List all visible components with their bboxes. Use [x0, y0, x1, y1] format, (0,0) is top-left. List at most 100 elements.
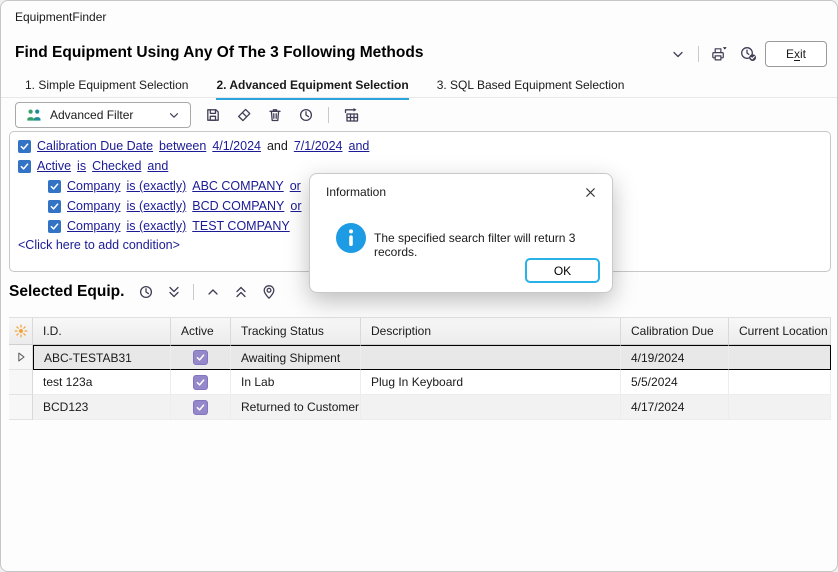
cell-id: test 123a	[33, 370, 171, 395]
chevron-down-icon	[167, 108, 181, 122]
row-indicator	[9, 345, 33, 370]
row-indicator	[9, 395, 33, 420]
clock-icon[interactable]	[297, 106, 315, 124]
cell-current-location	[729, 370, 831, 395]
location-pin-icon[interactable]	[260, 283, 278, 301]
close-icon[interactable]	[580, 182, 600, 202]
cell-id: ABC-TESTAB31	[33, 345, 171, 370]
dialog-title: Information	[326, 185, 386, 199]
condition-checkbox[interactable]	[18, 140, 31, 153]
cell-calibration-due: 4/19/2024	[621, 345, 729, 370]
filter-toolbar-buttons	[204, 106, 360, 124]
condition-checkbox[interactable]	[18, 160, 31, 173]
condition-term-link[interactable]: Checked	[92, 159, 141, 173]
condition-checkbox[interactable]	[48, 220, 61, 233]
sun-icon	[13, 323, 29, 339]
column-header-calibration-due[interactable]: Calibration Due	[621, 318, 729, 345]
condition-term-link[interactable]: between	[159, 139, 206, 153]
chevron-down-icon[interactable]	[669, 45, 687, 63]
cell-calibration-due: 5/5/2024	[621, 370, 729, 395]
condition-term-link[interactable]: Company	[67, 219, 121, 233]
condition-term-link[interactable]: 7/1/2024	[294, 139, 343, 153]
printer-icon[interactable]	[710, 45, 728, 63]
column-header-current-location[interactable]: Current Location	[729, 318, 831, 345]
cell-active	[171, 370, 231, 395]
equipment-grid: I.D.ActiveTracking StatusDescriptionCali…	[9, 317, 831, 420]
selected-equipment-header: Selected Equip.	[9, 283, 278, 301]
active-checkbox[interactable]	[193, 400, 208, 415]
condition-term-link[interactable]: Company	[67, 199, 121, 213]
trash-icon[interactable]	[266, 106, 284, 124]
grid-header: I.D.ActiveTracking StatusDescriptionCali…	[9, 317, 831, 345]
condition-term-link[interactable]: and	[349, 139, 370, 153]
current-row-arrow-icon	[14, 350, 28, 364]
cell-active	[171, 345, 231, 370]
cell-active	[171, 395, 231, 420]
condition-checkbox[interactable]	[48, 200, 61, 213]
cell-current-location	[729, 395, 831, 420]
process-check-icon[interactable]	[739, 45, 757, 63]
condition-term-link[interactable]: ABC COMPANY	[192, 179, 283, 193]
condition-term-link[interactable]: is (exactly)	[127, 219, 187, 233]
table-row[interactable]: ABC-TESTAB31Awaiting Shipment4/19/2024	[9, 345, 831, 370]
condition-term-link[interactable]: or	[290, 199, 301, 213]
active-checkbox[interactable]	[193, 375, 208, 390]
condition-term-link[interactable]: TEST COMPANY	[192, 219, 289, 233]
column-header-tracking-status[interactable]: Tracking Status	[231, 318, 361, 345]
separator	[698, 46, 699, 62]
filter-toolbar: Advanced Filter	[15, 102, 360, 128]
condition-term-link[interactable]: and	[147, 159, 168, 173]
condition-conjunction: and	[267, 139, 288, 153]
retrieve-grid-icon[interactable]	[342, 106, 360, 124]
cell-description	[361, 395, 621, 420]
condition-term-link[interactable]: Calibration Due Date	[37, 139, 153, 153]
separator	[328, 107, 329, 123]
ok-button[interactable]: OK	[525, 258, 600, 283]
condition-term-link[interactable]: is	[77, 159, 86, 173]
double-chevron-up-icon[interactable]	[232, 283, 250, 301]
condition-term-link[interactable]: Company	[67, 179, 121, 193]
cell-calibration-due: 4/17/2024	[621, 395, 729, 420]
cell-tracking-status: In Lab	[231, 370, 361, 395]
tabs-divider	[1, 97, 837, 98]
filter-condition-row: Calibration Due Date between 4/1/2024 and 7/…	[18, 136, 822, 156]
table-row[interactable]: BCD123 Returned to Customer 4/17/2024	[9, 395, 831, 420]
cell-description: Plug In Keyboard	[361, 370, 621, 395]
selected-equipment-label: Selected Equip.	[9, 283, 124, 301]
page-title: Find Equipment Using Any Of The 3 Follow…	[15, 44, 423, 62]
double-chevron-down-icon[interactable]	[165, 283, 183, 301]
condition-term-link[interactable]: Active	[37, 159, 71, 173]
window-title: EquipmentFinder	[15, 10, 106, 24]
eraser-icon[interactable]	[235, 106, 253, 124]
chevron-up-icon[interactable]	[204, 283, 222, 301]
save-icon[interactable]	[204, 106, 222, 124]
information-icon	[336, 223, 366, 253]
clock-icon[interactable]	[137, 283, 155, 301]
separator	[193, 284, 194, 300]
cell-description	[361, 345, 621, 370]
condition-term-link[interactable]: 4/1/2024	[212, 139, 261, 153]
selected-equipment-buttons	[137, 283, 278, 301]
people-group-icon	[25, 106, 43, 124]
condition-term-link[interactable]: is (exactly)	[127, 179, 187, 193]
filter-selector-value: Advanced Filter	[50, 108, 160, 122]
exit-button[interactable]: Exit	[765, 41, 827, 67]
filter-selector-dropdown[interactable]: Advanced Filter	[15, 102, 191, 128]
grid-corner-button[interactable]	[9, 318, 33, 345]
column-header-active[interactable]: Active	[171, 318, 231, 345]
condition-checkbox[interactable]	[48, 180, 61, 193]
titlebar: EquipmentFinder	[1, 1, 837, 33]
information-dialog: Information The specified search filter …	[309, 173, 613, 293]
cell-id: BCD123	[33, 395, 171, 420]
row-indicator	[9, 370, 33, 395]
active-checkbox[interactable]	[193, 350, 208, 365]
cell-tracking-status: Returned to Customer	[231, 395, 361, 420]
condition-term-link[interactable]: is (exactly)	[127, 199, 187, 213]
column-header-i-d[interactable]: I.D.	[33, 318, 171, 345]
column-header-description[interactable]: Description	[361, 318, 621, 345]
condition-term-link[interactable]: or	[290, 179, 301, 193]
condition-term-link[interactable]: BCD COMPANY	[192, 199, 284, 213]
equipment-finder-window: EquipmentFinder Find Equipment Using Any…	[0, 0, 838, 572]
table-row[interactable]: test 123a In LabPlug In Keyboard5/5/2024	[9, 370, 831, 395]
cell-current-location	[729, 345, 831, 370]
